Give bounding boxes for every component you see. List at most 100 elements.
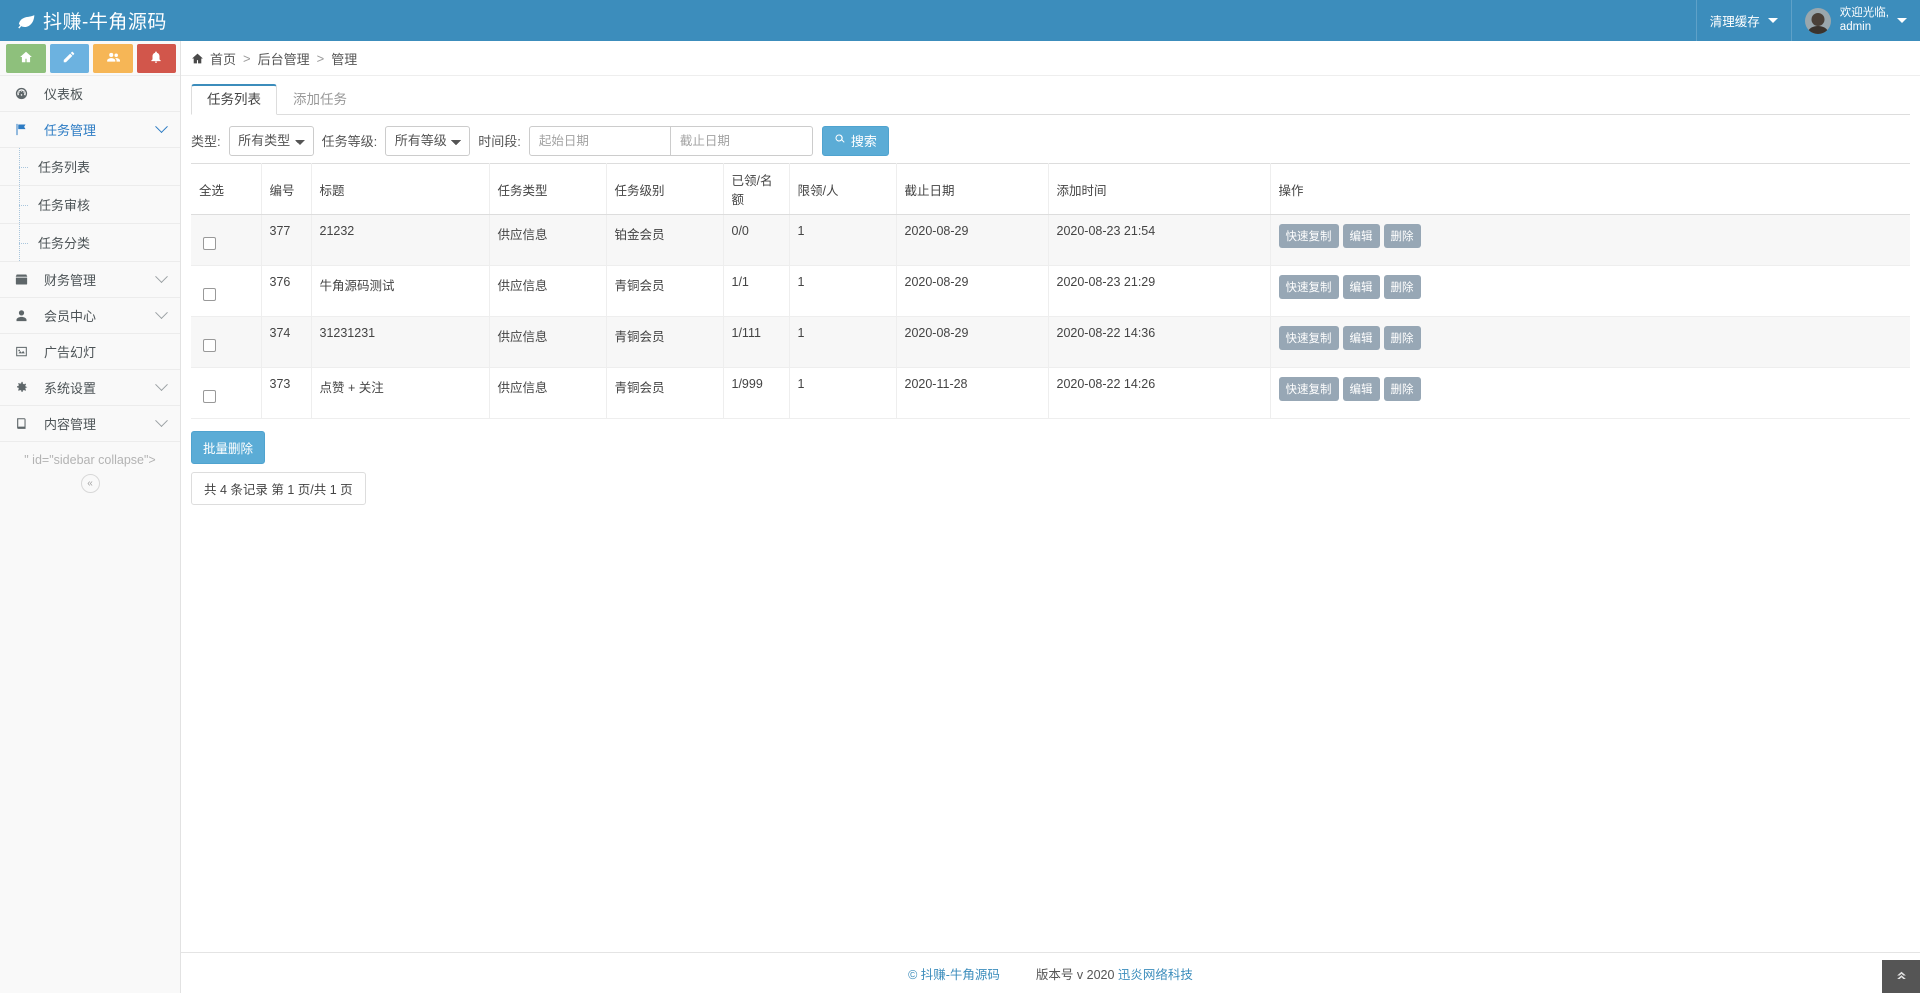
row-action-group: 快速复制 编辑 删除 — [1279, 275, 1903, 299]
breadcrumb-item-manage[interactable]: 管理 — [331, 49, 357, 68]
cell-select — [191, 215, 261, 266]
sidebar-item-label: 内容管理 — [44, 414, 157, 433]
quick-copy-button[interactable]: 快速复制 — [1279, 326, 1339, 350]
sidebar-item-content-management[interactable]: 内容管理 — [0, 405, 180, 442]
breadcrumb-item-home[interactable]: 首页 — [210, 49, 236, 68]
quick-copy-button[interactable]: 快速复制 — [1279, 275, 1339, 299]
user-name: admin — [1840, 21, 1871, 33]
cell-added-time: 2020-08-22 14:26 — [1048, 368, 1270, 419]
chevron-down-icon — [155, 414, 168, 427]
panel-tabs: 任务列表 添加任务 — [191, 84, 1910, 115]
archive-icon — [14, 272, 33, 287]
table-row: 377 21232 供应信息 铂金会员 0/0 1 2020-08-29 202… — [191, 215, 1910, 266]
logo-area[interactable]: 抖赚-牛角源码 — [0, 0, 181, 41]
page-footer: © 抖赚-牛角源码 版本号 v 2020 迅炎网络科技 — [181, 952, 1920, 993]
table-row: 376 牛角源码测试 供应信息 青铜会员 1/1 1 2020-08-29 20… — [191, 266, 1910, 317]
main-content: 首页 > 后台管理 > 管理 任务列表 添加任务 类型: 所有类型 任务等级: … — [181, 41, 1920, 993]
cell-actions: 快速复制 编辑 删除 — [1270, 368, 1910, 419]
sidebar-subitem-task-category[interactable]: 任务分类 — [0, 224, 180, 262]
bulk-delete-button[interactable]: 批量删除 — [191, 431, 265, 464]
row-checkbox[interactable] — [203, 339, 216, 352]
cell-select — [191, 317, 261, 368]
cell-task-level: 铂金会员 — [606, 215, 723, 266]
home-icon — [191, 52, 204, 65]
quick-action-alerts-button[interactable] — [137, 44, 177, 73]
quick-copy-button[interactable]: 快速复制 — [1279, 224, 1339, 248]
chevron-down-icon — [155, 378, 168, 391]
quick-action-edit-button[interactable] — [50, 44, 90, 73]
delete-button[interactable]: 删除 — [1384, 377, 1421, 401]
row-checkbox[interactable] — [203, 237, 216, 250]
quick-action-users-button[interactable] — [93, 44, 133, 73]
cell-task-type: 供应信息 — [489, 215, 606, 266]
type-filter-label: 类型: — [191, 131, 221, 150]
level-filter-label: 任务等级: — [322, 131, 378, 150]
sidebar-item-dashboard[interactable]: 仪表板 — [0, 75, 180, 112]
edit-button[interactable]: 编辑 — [1343, 224, 1380, 248]
level-filter-select[interactable]: 所有等级 — [385, 126, 470, 156]
quick-action-home-button[interactable] — [6, 44, 46, 73]
back-to-top-button[interactable] — [1882, 960, 1920, 993]
sidebar-subitem-label: 任务列表 — [38, 157, 90, 176]
row-checkbox[interactable] — [203, 288, 216, 301]
clear-cache-menu[interactable]: 清理缓存 — [1696, 0, 1791, 41]
chevron-down-icon — [155, 120, 168, 133]
chevron-down-icon — [1768, 18, 1778, 23]
cell-task-level: 青铜会员 — [606, 368, 723, 419]
edit-button[interactable]: 编辑 — [1343, 275, 1380, 299]
tab-add-task[interactable]: 添加任务 — [277, 84, 363, 115]
cell-title: 点赞 + 关注 — [311, 368, 489, 419]
row-action-group: 快速复制 编辑 删除 — [1279, 224, 1903, 248]
search-button[interactable]: 搜索 — [822, 126, 889, 156]
sidebar-item-task-management[interactable]: 任务管理 — [0, 111, 180, 148]
edit-button[interactable]: 编辑 — [1343, 326, 1380, 350]
edit-button[interactable]: 编辑 — [1343, 377, 1380, 401]
breadcrumb-separator: > — [243, 51, 251, 66]
cell-limit-per-person: 1 — [789, 266, 896, 317]
breadcrumb-item-admin[interactable]: 后台管理 — [258, 49, 310, 68]
sidebar-item-member-center[interactable]: 会员中心 — [0, 297, 180, 334]
sidebar-item-finance-management[interactable]: 财务管理 — [0, 261, 180, 298]
users-icon — [106, 50, 120, 67]
sidebar-collapse-wrapper: « — [0, 474, 180, 493]
type-filter-select[interactable]: 所有类型 — [229, 126, 314, 156]
sidebar-item-system-settings[interactable]: 系统设置 — [0, 369, 180, 406]
tab-task-list[interactable]: 任务列表 — [191, 84, 277, 115]
sidebar-subitem-label: 任务分类 — [38, 233, 90, 252]
date-start-input[interactable] — [529, 126, 671, 156]
sidebar-item-ad-slideshow[interactable]: 广告幻灯 — [0, 333, 180, 370]
clear-cache-label: 清理缓存 — [1710, 11, 1760, 30]
user-greeting: 欢迎光临, — [1840, 7, 1889, 19]
home-icon — [19, 50, 33, 67]
delete-button[interactable]: 删除 — [1384, 275, 1421, 299]
row-checkbox[interactable] — [203, 390, 216, 403]
cell-select — [191, 368, 261, 419]
footer-vendor-link[interactable]: 迅炎网络科技 — [1118, 964, 1193, 983]
sidebar-subitem-task-review[interactable]: 任务审核 — [0, 186, 180, 224]
table-header-row: 全选 编号 标题 任务类型 任务级别 已领/名额 限领/人 截止日期 添加时间 … — [191, 164, 1910, 215]
delete-button[interactable]: 删除 — [1384, 326, 1421, 350]
pagination-info: 共 4 条记录 第 1 页/共 1 页 — [191, 472, 366, 505]
sidebar-item-label: 仪表板 — [44, 84, 166, 103]
quick-copy-button[interactable]: 快速复制 — [1279, 377, 1339, 401]
leaf-icon — [16, 11, 36, 31]
gear-icon — [14, 380, 33, 395]
cell-deadline: 2020-08-29 — [896, 266, 1048, 317]
book-icon — [14, 416, 33, 431]
user-menu[interactable]: 欢迎光临, admin — [1791, 0, 1920, 41]
image-icon — [14, 344, 33, 359]
sidebar-subitem-task-list[interactable]: 任务列表 — [0, 148, 180, 186]
chevron-down-icon — [155, 270, 168, 283]
cell-actions: 快速复制 编辑 删除 — [1270, 215, 1910, 266]
chevron-up-icon — [1895, 969, 1908, 985]
col-task-level: 任务级别 — [606, 164, 723, 215]
date-end-input[interactable] — [671, 126, 813, 156]
footer-copyright-link[interactable]: © 抖赚-牛角源码 — [908, 964, 1000, 983]
cell-id: 373 — [261, 368, 311, 419]
sidebar-item-label: 任务管理 — [44, 120, 157, 139]
sidebar-collapse-button[interactable]: « — [81, 474, 100, 493]
delete-button[interactable]: 删除 — [1384, 224, 1421, 248]
sidebar-nav: 仪表板 任务管理 任务列表 任务审核 任务分类 财务管理 — [0, 75, 180, 442]
cell-task-type: 供应信息 — [489, 368, 606, 419]
date-range-label: 时间段: — [478, 131, 521, 150]
